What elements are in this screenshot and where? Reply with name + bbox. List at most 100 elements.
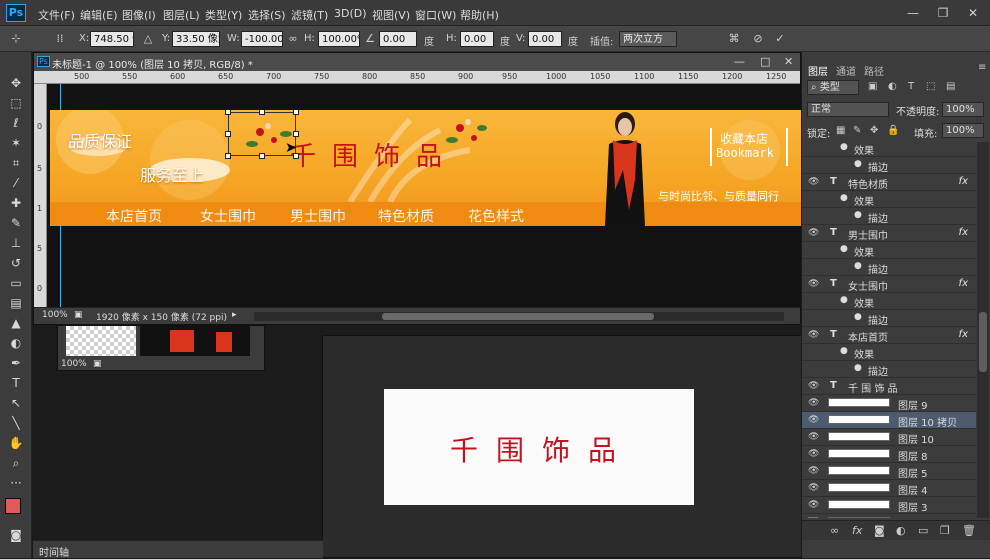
eye-icon[interactable]: 👁 bbox=[808, 415, 819, 425]
filter-pixel-icon[interactable]: ▣ bbox=[868, 81, 877, 92]
effect-row[interactable]: ● 描边 bbox=[802, 208, 976, 225]
banner-image[interactable]: 本店首页 女士围巾 男士围巾 特色材质 花色样式 品质保证 服务至上 千围饰品 … bbox=[50, 110, 802, 226]
effect-row[interactable]: ● 效果 bbox=[802, 344, 976, 361]
doc-minimize-icon[interactable]: — bbox=[734, 55, 745, 68]
dodge-tool-icon[interactable]: ◐ bbox=[4, 334, 28, 352]
zoom-tool-icon[interactable]: ⌕ bbox=[4, 454, 28, 472]
text-layer-row[interactable]: 👁 T 女士围巾 fx bbox=[802, 276, 976, 293]
transform-handle[interactable] bbox=[293, 131, 299, 137]
layer-effects-icon[interactable]: fx bbox=[959, 278, 968, 289]
effect-row[interactable]: ● 效果 bbox=[802, 191, 976, 208]
tab-paths[interactable]: 路径 bbox=[864, 63, 884, 78]
scrollbar-thumb[interactable] bbox=[979, 312, 987, 372]
eye-icon[interactable]: 👁 bbox=[808, 449, 819, 459]
new-group-icon[interactable]: ▭ bbox=[918, 524, 928, 537]
nav-patterns[interactable]: 花色样式 bbox=[468, 206, 524, 226]
eye-icon[interactable]: 👁 bbox=[808, 432, 819, 442]
document-tab[interactable]: Ps 未标题-1 @ 100% (图层 10 拷贝, RGB/8) * — □ … bbox=[34, 53, 800, 71]
doc-close-icon[interactable]: ✕ bbox=[784, 55, 793, 68]
eye-icon[interactable]: 👁 bbox=[808, 398, 819, 408]
interpolation-select[interactable]: 两次立方 bbox=[619, 31, 677, 47]
layer-list-scrollbar[interactable] bbox=[977, 142, 989, 518]
blend-mode-select[interactable]: 正常 bbox=[807, 102, 889, 117]
text-layer-row[interactable]: 👁 T 特色材质 fx bbox=[802, 174, 976, 191]
eraser-tool-icon[interactable]: ▭ bbox=[4, 274, 28, 292]
lock-pixels-icon[interactable]: ✎ bbox=[853, 125, 861, 136]
layer-row[interactable]: 👁 图层 9 bbox=[802, 395, 976, 412]
effect-row[interactable]: ● 描边 bbox=[802, 259, 976, 276]
doc-maximize-icon[interactable]: □ bbox=[760, 55, 770, 68]
nav-materials[interactable]: 特色材质 bbox=[378, 206, 434, 226]
effect-eye-icon[interactable]: ● bbox=[840, 142, 848, 152]
line-tool-icon[interactable]: ╲ bbox=[4, 414, 28, 432]
horizontal-scrollbar[interactable] bbox=[254, 312, 784, 321]
text-layer-row[interactable]: 👁 T 千 围 饰 品 bbox=[802, 378, 976, 395]
layer-row[interactable]: 👁 图层 10 bbox=[802, 429, 976, 446]
scrollbar-thumb[interactable] bbox=[382, 313, 654, 320]
transform-handle[interactable] bbox=[293, 110, 299, 115]
close-icon[interactable]: ✕ bbox=[960, 5, 986, 21]
adjustment-layer-icon[interactable]: ◐ bbox=[896, 524, 906, 537]
eyedropper-tool-icon[interactable]: ⁄ bbox=[4, 174, 28, 192]
minimize-icon[interactable]: — bbox=[900, 5, 926, 21]
layer-effects-icon[interactable]: fx bbox=[959, 329, 968, 340]
magic-wand-tool-icon[interactable]: ✶ bbox=[4, 134, 28, 152]
transform-handle[interactable] bbox=[225, 153, 231, 159]
nav-men-scarves[interactable]: 男士围巾 bbox=[290, 206, 346, 226]
layer-mask-icon[interactable]: ◙ bbox=[874, 524, 885, 537]
tab-layers[interactable]: 图层 bbox=[808, 63, 828, 78]
nav-home[interactable]: 本店首页 bbox=[106, 206, 162, 226]
layer-row[interactable]: 👁 图层 3 bbox=[802, 497, 976, 514]
menu-type[interactable]: 类型(Y) bbox=[205, 7, 242, 23]
menu-file[interactable]: 文件(F) bbox=[38, 7, 75, 23]
crop-tool-icon[interactable]: ⌗ bbox=[4, 154, 28, 172]
menu-select[interactable]: 选择(S) bbox=[248, 7, 286, 23]
effect-eye-icon[interactable]: ● bbox=[854, 363, 862, 373]
effect-eye-icon[interactable]: ● bbox=[840, 346, 848, 356]
y-input[interactable]: 33.50 像素 bbox=[172, 31, 220, 47]
transform-handle[interactable] bbox=[259, 110, 265, 115]
transform-tool-icon[interactable]: ⊹ bbox=[8, 32, 24, 46]
relative-position-icon[interactable]: △ bbox=[140, 32, 156, 46]
eye-icon[interactable]: 👁 bbox=[808, 466, 819, 476]
eye-icon[interactable]: 👁 bbox=[808, 279, 819, 289]
move-tool-icon[interactable]: ✥ bbox=[4, 74, 28, 92]
foreground-color-swatch[interactable] bbox=[5, 498, 21, 514]
vskew-input[interactable]: 0.00 bbox=[528, 31, 562, 47]
effect-eye-icon[interactable]: ● bbox=[854, 210, 862, 220]
maximize-icon[interactable]: ❐ bbox=[930, 5, 956, 21]
filter-smart-object-icon[interactable]: ▤ bbox=[946, 81, 955, 92]
filter-type-icon[interactable]: T bbox=[908, 81, 914, 92]
brush-tool-icon[interactable]: ✎ bbox=[4, 214, 28, 232]
delete-layer-icon[interactable]: 🗑 bbox=[962, 524, 976, 537]
effect-row[interactable]: ● 效果 bbox=[802, 293, 976, 310]
panel-menu-icon[interactable]: ≡ bbox=[978, 62, 986, 73]
path-selection-tool-icon[interactable]: ↖ bbox=[4, 394, 28, 412]
layer-row[interactable]: 图层 2 bbox=[802, 514, 976, 518]
eye-icon[interactable]: 👁 bbox=[808, 228, 819, 238]
menu-filter[interactable]: 滤镜(T) bbox=[291, 7, 328, 23]
layer-row[interactable]: 👁 图层 4 bbox=[802, 480, 976, 497]
effect-row[interactable]: ● 效果 bbox=[802, 140, 976, 157]
status-menu-icon[interactable]: ▸ bbox=[232, 310, 237, 320]
effect-eye-icon[interactable]: ● bbox=[840, 244, 848, 254]
tab-channels[interactable]: 通道 bbox=[836, 63, 856, 78]
filter-adjustment-icon[interactable]: ◐ bbox=[888, 81, 897, 92]
nav-women-scarves[interactable]: 女士围巾 bbox=[200, 206, 256, 226]
effect-row[interactable]: ● 描边 bbox=[802, 157, 976, 174]
text-layer-row[interactable]: 👁 T 本店首页 fx bbox=[802, 327, 976, 344]
pen-tool-icon[interactable]: ✒ bbox=[4, 354, 28, 372]
marquee-tool-icon[interactable]: ⬚ bbox=[4, 94, 28, 112]
lasso-tool-icon[interactable]: ℓ bbox=[4, 114, 28, 132]
more-tools-icon[interactable]: ··· bbox=[4, 474, 28, 492]
blur-tool-icon[interactable]: ▲ bbox=[4, 314, 28, 332]
transform-handle[interactable] bbox=[225, 131, 231, 137]
width-input[interactable]: -100.00% bbox=[241, 31, 283, 47]
layer-row[interactable]: 👁 图层 8 bbox=[802, 446, 976, 463]
reference-point-icon[interactable]: ⁞⁞ bbox=[52, 32, 68, 46]
preview-canvas[interactable]: 千围饰品 bbox=[384, 389, 694, 505]
eye-icon[interactable]: 👁 bbox=[808, 330, 819, 340]
filter-shape-icon[interactable]: ⬚ bbox=[926, 81, 935, 92]
menu-help[interactable]: 帮助(H) bbox=[460, 7, 499, 23]
fill-input[interactable]: 100% bbox=[942, 123, 984, 138]
